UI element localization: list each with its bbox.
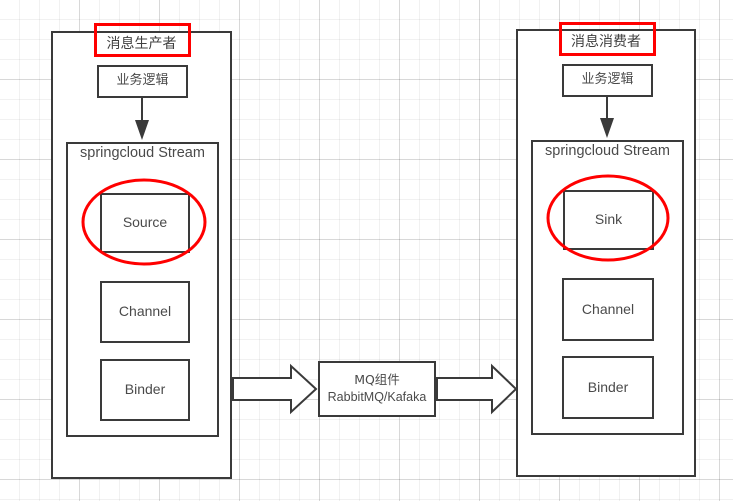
producer-channel-label: Channel [118,303,172,320]
consumer-channel-label: Channel [581,300,635,317]
producer-binder-label: Binder [124,381,166,398]
consumer-sink-box: Sink [563,190,654,250]
producer-to-mq-block-arrow-icon [232,363,318,415]
mq-to-consumer-block-arrow-icon [436,363,518,415]
mq-component-label: MQ组件 [354,372,400,388]
diagram-canvas: 消息生产者 业务逻辑 springcloud Stream Source Cha… [0,0,733,501]
producer-title: 消息生产者 [106,36,177,52]
producer-source-box: Source [100,193,190,253]
consumer-business-logic-label: 业务逻辑 [581,72,634,88]
mq-middleware-box: MQ组件 RabbitMQ/Kafaka [318,361,436,417]
consumer-title: 消息消费者 [571,34,641,50]
consumer-business-logic-box: 业务逻辑 [562,64,653,97]
producer-business-logic-box: 业务逻辑 [97,65,188,98]
producer-stream-title: springcloud Stream [80,145,205,161]
producer-business-logic-label: 业务逻辑 [116,73,169,89]
consumer-channel-box: Channel [562,278,654,341]
mq-brokers-label: RabbitMQ/Kafaka [327,390,427,404]
producer-source-label: Source [122,214,168,231]
producer-binder-box: Binder [100,359,190,421]
producer-channel-box: Channel [100,281,190,343]
consumer-binder-label: Binder [587,378,629,395]
consumer-sink-label: Sink [594,211,623,228]
consumer-stream-title: springcloud Stream [545,143,670,159]
consumer-binder-box: Binder [562,356,654,419]
